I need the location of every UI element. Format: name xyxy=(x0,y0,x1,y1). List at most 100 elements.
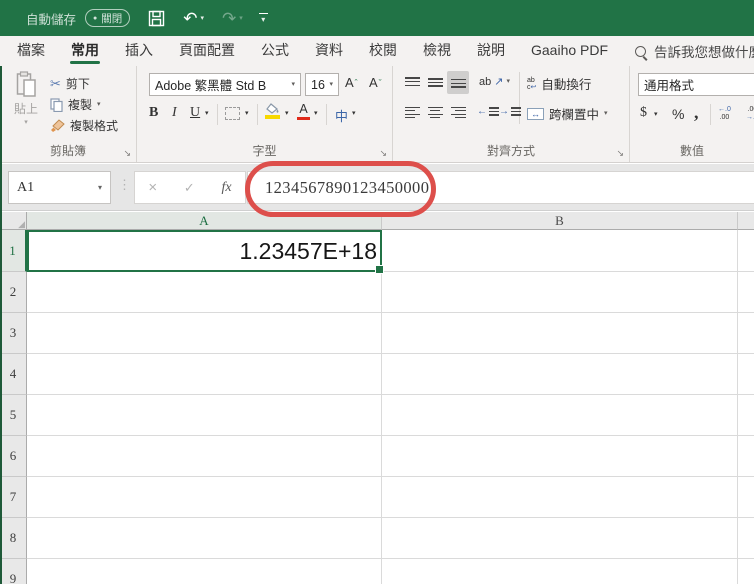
column-header-b[interactable]: B xyxy=(382,212,738,230)
customize-quick-access-button[interactable]: ▾ xyxy=(258,12,268,24)
tab-help[interactable]: 說明 xyxy=(464,36,518,66)
borders-button[interactable] xyxy=(225,107,240,120)
number-format-combo[interactable]: 通用格式 xyxy=(638,73,754,96)
align-left-button[interactable] xyxy=(401,101,423,124)
orientation-button[interactable]: ab ↗ ▾ xyxy=(479,75,510,89)
align-center-button[interactable] xyxy=(424,101,446,124)
row-header-7[interactable]: 7 xyxy=(0,477,27,518)
currency-format-button[interactable]: $ xyxy=(640,105,647,121)
row-header-8[interactable]: 8 xyxy=(0,518,27,559)
align-bottom-button[interactable] xyxy=(447,71,469,94)
cell-b3[interactable] xyxy=(382,313,738,354)
active-cell-a1[interactable]: 1.23457E+18 xyxy=(27,230,384,274)
cell-c3[interactable] xyxy=(738,313,754,354)
cell-b5[interactable] xyxy=(382,395,738,436)
name-box[interactable]: A1 ▾ xyxy=(8,171,111,204)
cell-c7[interactable] xyxy=(738,477,754,518)
fill-color-button[interactable] xyxy=(265,103,280,119)
font-color-button[interactable]: A xyxy=(297,103,310,120)
row-header-2[interactable]: 2 xyxy=(0,272,27,313)
row-header-1[interactable]: 1 xyxy=(0,230,27,272)
align-right-button[interactable] xyxy=(447,101,469,124)
cell-b8[interactable] xyxy=(382,518,738,559)
align-middle-button[interactable] xyxy=(424,71,446,94)
tab-formulas[interactable]: 公式 xyxy=(248,36,302,66)
shrink-font-button[interactable]: Aˇ xyxy=(369,75,382,90)
tab-insert[interactable]: 插入 xyxy=(112,36,166,66)
row-header-5[interactable]: 5 xyxy=(0,395,27,436)
cell-b9[interactable] xyxy=(382,559,738,584)
enter-button[interactable]: ✓ xyxy=(184,180,195,196)
cell-c1[interactable] xyxy=(738,230,754,272)
tab-view[interactable]: 檢視 xyxy=(410,36,464,66)
cell-a9[interactable] xyxy=(27,559,382,584)
fill-caret-icon[interactable]: ▾ xyxy=(285,110,289,117)
font-dialog-launcher[interactable]: ↘ xyxy=(379,149,387,158)
copy-caret-icon[interactable]: ▾ xyxy=(97,101,101,108)
underline-button[interactable]: U xyxy=(190,105,200,121)
formula-input[interactable] xyxy=(248,172,754,203)
cancel-button[interactable]: × xyxy=(148,179,157,196)
undo-caret-icon[interactable]: ▾ xyxy=(201,14,205,22)
decrease-indent-button[interactable]: ← xyxy=(477,106,499,117)
cell-c9[interactable] xyxy=(738,559,754,584)
copy-button[interactable]: 複製 ▾ xyxy=(50,94,136,115)
row-header-4[interactable]: 4 xyxy=(0,354,27,395)
fill-handle[interactable] xyxy=(375,265,384,274)
row-header-3[interactable]: 3 xyxy=(0,313,27,354)
cell-c2[interactable] xyxy=(738,272,754,313)
cell-b4[interactable] xyxy=(382,354,738,395)
insert-function-button[interactable]: fx xyxy=(222,180,232,196)
cell-a8[interactable] xyxy=(27,518,382,559)
cell-a4[interactable] xyxy=(27,354,382,395)
tab-home[interactable]: 常用 xyxy=(58,36,112,66)
cell-a7[interactable] xyxy=(27,477,382,518)
font-size-combo[interactable]: 16 ▾ xyxy=(305,73,339,96)
tab-gaaiho-pdf[interactable]: Gaaiho PDF xyxy=(518,36,621,66)
row-header-9[interactable]: 9 xyxy=(0,559,27,584)
bold-button[interactable]: B xyxy=(149,105,158,121)
column-header-a[interactable]: A xyxy=(27,212,382,230)
borders-caret-icon[interactable]: ▾ xyxy=(245,110,249,117)
tab-data[interactable]: 資料 xyxy=(302,36,356,66)
undo-button[interactable]: ↶ ▾ xyxy=(183,10,204,27)
cell-b1[interactable] xyxy=(382,230,738,272)
cut-button[interactable]: ✂ 剪下 xyxy=(50,73,136,94)
cell-a3[interactable] xyxy=(27,313,382,354)
paste-caret-icon[interactable]: ▾ xyxy=(24,119,28,126)
percent-format-button[interactable]: % xyxy=(672,106,684,122)
phonetic-guide-button[interactable]: 中 xyxy=(335,106,348,125)
cell-c6[interactable] xyxy=(738,436,754,477)
autosave-toggle[interactable]: ● 關閉 xyxy=(85,9,131,27)
cell-c5[interactable] xyxy=(738,395,754,436)
alignment-dialog-launcher[interactable]: ↘ xyxy=(616,149,624,158)
row-header-6[interactable]: 6 xyxy=(0,436,27,477)
cell-c4[interactable] xyxy=(738,354,754,395)
cell-a5[interactable] xyxy=(27,395,382,436)
currency-caret-icon[interactable]: ▾ xyxy=(654,111,658,118)
column-header-c-partial[interactable] xyxy=(738,212,754,230)
font-name-combo[interactable]: Adobe 繁黑體 Std B ▾ xyxy=(149,73,301,96)
comma-format-button[interactable]: , xyxy=(694,102,699,123)
cell-b7[interactable] xyxy=(382,477,738,518)
format-painter-button[interactable]: 複製格式 xyxy=(50,115,136,136)
increase-decimal-button[interactable]: ←.0 .00 xyxy=(718,106,731,121)
tab-file[interactable]: 檔案 xyxy=(4,36,58,66)
cell-c8[interactable] xyxy=(738,518,754,559)
phonetic-caret-icon[interactable]: ▾ xyxy=(352,110,356,117)
cell-a2[interactable] xyxy=(27,272,382,313)
italic-button[interactable]: I xyxy=(172,105,177,121)
cell-b6[interactable] xyxy=(382,436,738,477)
tab-page-layout[interactable]: 頁面配置 xyxy=(166,36,248,66)
formula-input-box[interactable] xyxy=(247,171,754,204)
wrap-text-button[interactable]: ab c↩ 自動換行 xyxy=(527,74,591,93)
select-all-button[interactable]: ◢ xyxy=(0,212,27,230)
decrease-decimal-button[interactable]: .00 →.0 xyxy=(746,106,754,121)
formula-bar-grip-icon[interactable]: ⋮ xyxy=(118,177,131,193)
clipboard-dialog-launcher[interactable]: ↘ xyxy=(123,149,131,158)
tell-me-search[interactable]: 告訴我您想做什麼 xyxy=(635,41,754,61)
font-color-caret-icon[interactable]: ▾ xyxy=(314,110,318,117)
cell-b2[interactable] xyxy=(382,272,738,313)
increase-indent-button[interactable]: → xyxy=(499,106,521,117)
merge-center-button[interactable]: ↔ 跨欄置中 ▾ xyxy=(527,104,608,123)
